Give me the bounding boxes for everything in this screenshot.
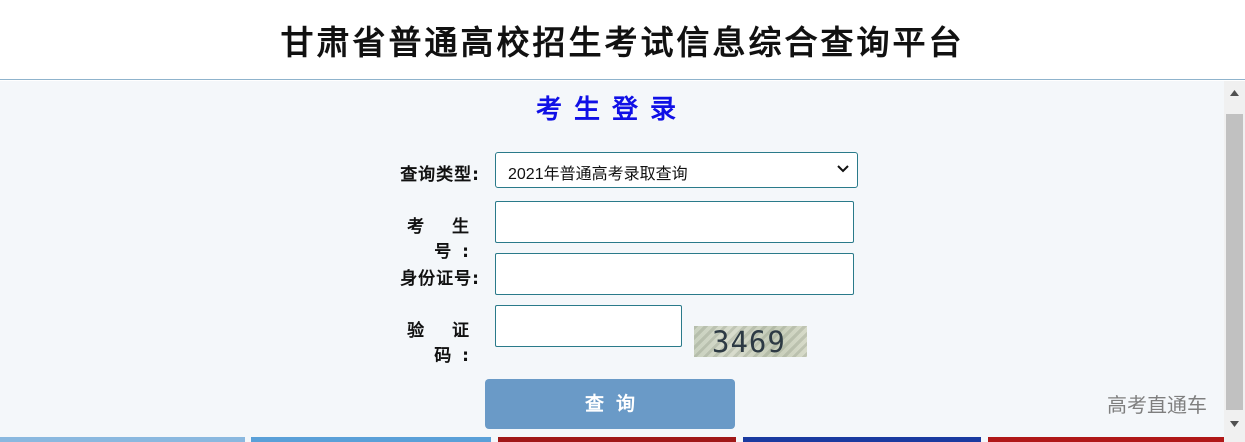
watermark-text: 高考直通车: [1107, 393, 1207, 417]
exam-number-input[interactable]: [495, 201, 854, 243]
banner-strip-3: [498, 437, 736, 442]
login-panel: 考生登录 查询类型: 2021年普通高考录取查询 考 生 号: 身份证号: 验 …: [0, 81, 1224, 442]
query-button[interactable]: 查询: [485, 379, 735, 429]
captcha-label: 验 证 码:: [407, 321, 480, 366]
captcha-image[interactable]: 3469: [694, 326, 807, 357]
query-type-select[interactable]: 2021年普通高考录取查询: [495, 152, 858, 188]
captcha-input[interactable]: [495, 305, 682, 347]
banner-strip-4: [743, 437, 981, 442]
query-type-selected-value: 2021年普通高考录取查询: [508, 166, 688, 183]
banner-strip-1: [0, 437, 245, 442]
query-type-label: 查询类型:: [400, 165, 480, 185]
chevron-down-icon: [837, 165, 849, 173]
page-title: 甘肃省普通高校招生考试信息综合查询平台: [280, 23, 965, 62]
login-title: 考生登录: [535, 95, 688, 125]
id-number-input[interactable]: [495, 253, 854, 295]
triangle-down-icon[interactable]: [1224, 412, 1245, 436]
scrollbar-thumb[interactable]: [1226, 114, 1243, 410]
exam-number-label: 考 生 号:: [407, 217, 480, 262]
id-number-label: 身份证号:: [400, 269, 480, 289]
vertical-scrollbar[interactable]: [1224, 81, 1245, 442]
captcha-code: 3469: [712, 326, 786, 357]
banner-strip-5: [988, 437, 1224, 442]
page-header: 甘肃省普通高校招生考试信息综合查询平台: [0, 0, 1245, 80]
triangle-up-icon[interactable]: [1224, 81, 1245, 105]
banner-strip-2: [251, 437, 491, 442]
